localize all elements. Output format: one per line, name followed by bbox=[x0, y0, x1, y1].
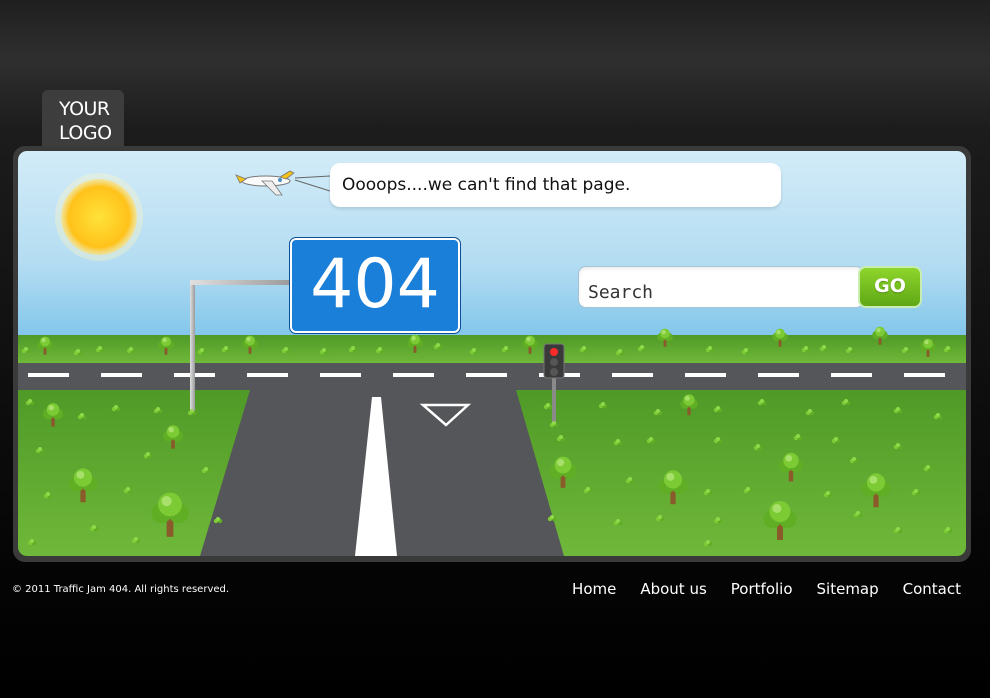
traffic-scene: Oooops....we can't find that page. 404 G… bbox=[18, 151, 966, 556]
logo[interactable]: YOUR LOGO bbox=[42, 90, 124, 152]
footer-nav: Home About us Portfolio Sitemap Contact bbox=[548, 580, 961, 598]
scene-illustration bbox=[18, 151, 966, 556]
copyright: © 2011 Traffic Jam 404. All rights reser… bbox=[12, 584, 230, 595]
nav-portfolio[interactable]: Portfolio bbox=[731, 580, 793, 598]
nav-home[interactable]: Home bbox=[572, 580, 616, 598]
error-code: 404 bbox=[310, 245, 440, 324]
error-message: Oooops....we can't find that page. bbox=[342, 175, 631, 195]
error-code-sign: 404 bbox=[289, 237, 461, 334]
nav-about-us[interactable]: About us bbox=[640, 580, 706, 598]
nav-contact[interactable]: Contact bbox=[903, 580, 961, 598]
error-message-bubble: Oooops....we can't find that page. bbox=[330, 163, 781, 207]
nav-sitemap[interactable]: Sitemap bbox=[817, 580, 879, 598]
logo-line-2: LOGO bbox=[59, 122, 112, 144]
search-go-button[interactable]: GO bbox=[858, 266, 922, 308]
logo-line-1: YOUR bbox=[59, 98, 110, 120]
search-box bbox=[578, 266, 864, 308]
search-input[interactable] bbox=[580, 268, 860, 306]
go-button-label: GO bbox=[874, 275, 906, 297]
sun-icon bbox=[61, 179, 137, 255]
